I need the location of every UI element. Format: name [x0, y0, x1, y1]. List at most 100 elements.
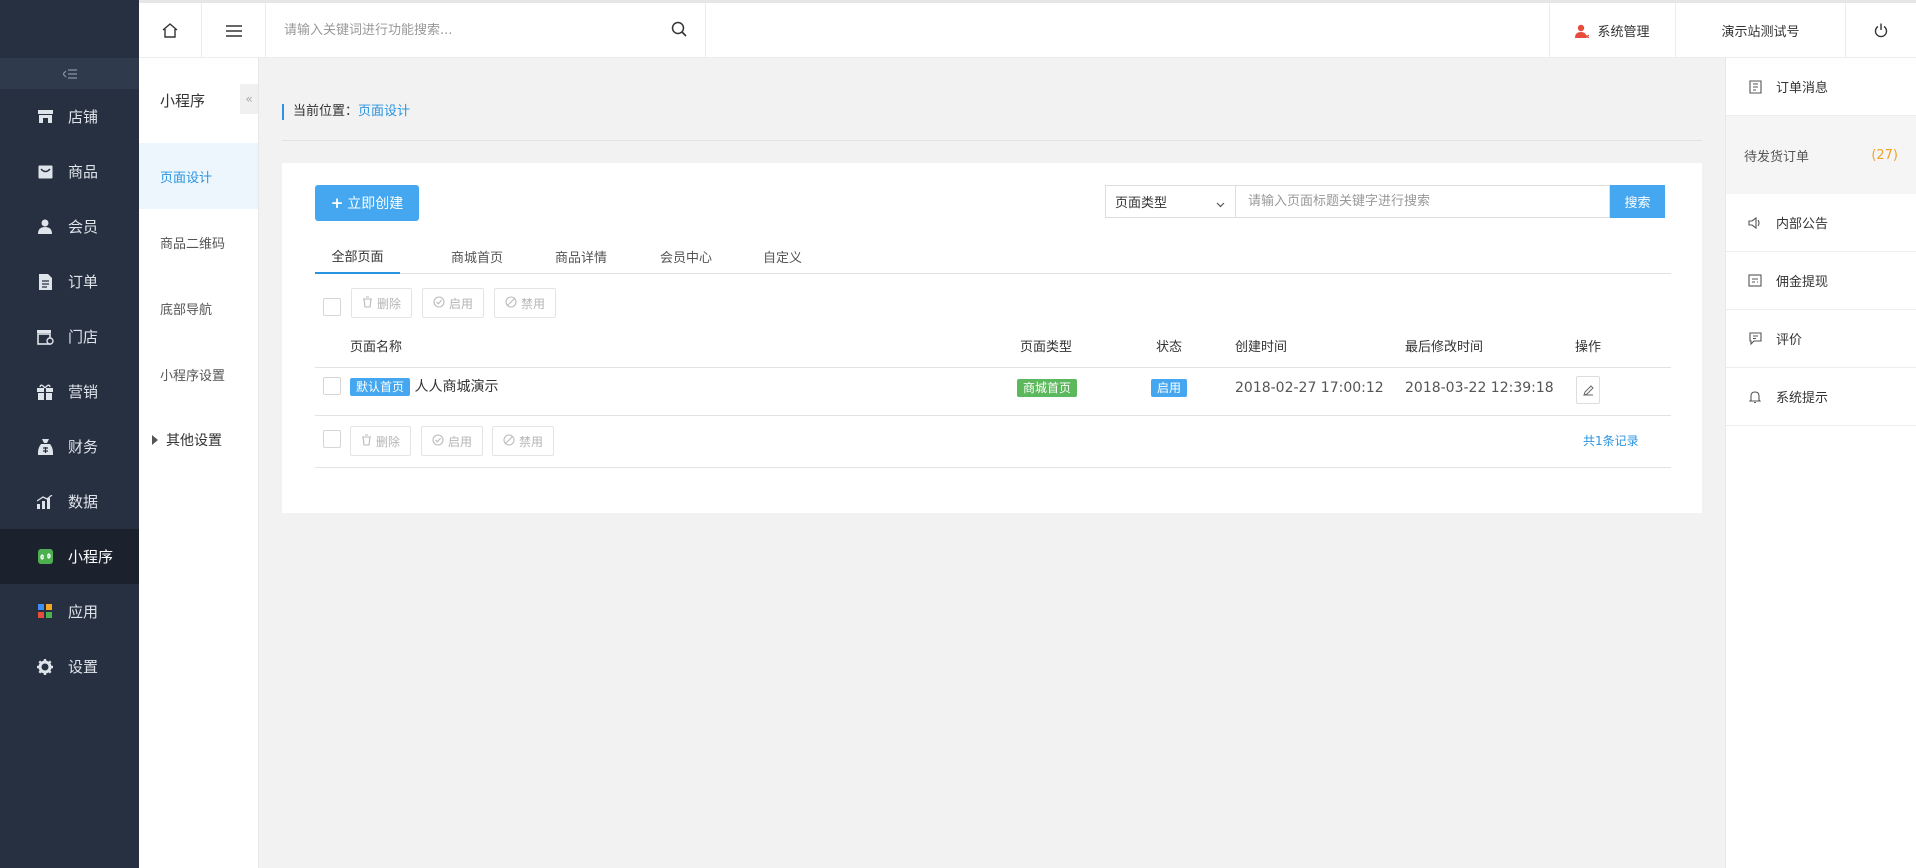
breadcrumb-current[interactable]: 页面设计 [358, 104, 410, 119]
function-search [266, 3, 706, 58]
system-tip-item[interactable]: 系统提示 [1726, 368, 1916, 426]
bulk-delete-button-bottom[interactable]: 删除 [350, 426, 412, 456]
tab-member-center[interactable]: 会员中心 [660, 239, 712, 274]
page-name-cell[interactable]: 默认首页 人人商城演示 [350, 377, 498, 397]
nav-label: 应用 [68, 603, 99, 621]
sidebar-collapse-button[interactable] [0, 58, 139, 89]
page-type-select[interactable]: 页面类型 [1105, 185, 1236, 218]
subnav-title-text: 小程序 [160, 92, 206, 110]
double-chevron-left-icon: « [245, 92, 253, 106]
order-message-icon [1748, 79, 1762, 94]
nav-item-data[interactable]: 数据 [0, 474, 139, 529]
column-header-type: 页面类型 [1020, 340, 1073, 355]
home-button[interactable] [139, 3, 202, 58]
nav-item-member[interactable]: 会员 [0, 199, 139, 254]
search-icon[interactable] [671, 21, 687, 41]
gift-icon [36, 383, 54, 401]
divider [282, 140, 1702, 141]
nav-item-finance[interactable]: 财务 [0, 419, 139, 474]
nav-item-settings[interactable]: 设置 [0, 639, 139, 694]
bulk-enable-button[interactable]: 启用 [422, 288, 485, 318]
bulk-disable-button[interactable]: 禁用 [494, 288, 557, 318]
right-notification-panel: 订单消息 待发货订单 (27) 内部公告 佣金提现 评价 系统提示 [1725, 58, 1916, 868]
bell-icon [1748, 390, 1762, 404]
create-label: 立即创建 [347, 196, 404, 212]
tab-goods-detail[interactable]: 商品详情 [555, 239, 607, 274]
internal-notice-item[interactable]: 内部公告 [1726, 194, 1916, 252]
divider [315, 367, 1671, 368]
tab-label: 会员中心 [660, 251, 713, 266]
select-all-checkbox-bottom[interactable] [323, 430, 341, 448]
nav-item-shop[interactable]: 店铺 [0, 89, 139, 144]
subnav-label: 底部导航 [160, 302, 213, 318]
create-page-button[interactable]: + 立即创建 [315, 185, 419, 221]
fold-subnav-button[interactable]: « [240, 84, 258, 114]
select-all-checkbox[interactable] [323, 298, 341, 316]
divider [315, 467, 1671, 468]
home-icon [162, 23, 178, 38]
column-header-actions: 操作 [1575, 340, 1602, 355]
system-admin-button[interactable]: 系统管理 [1549, 3, 1675, 58]
total-records: 共1条记录 [1583, 434, 1639, 448]
internal-notice-label: 内部公告 [1776, 217, 1829, 232]
page-type-cell: 商城首页 [1017, 378, 1078, 398]
check-circle-icon [433, 295, 445, 311]
tab-all-pages[interactable]: 全部页面 [315, 239, 400, 274]
nav-item-apps[interactable]: 应用 [0, 584, 139, 639]
tab-mall-home[interactable]: 商城首页 [451, 239, 503, 274]
subnav-group-other-settings[interactable]: 其他设置 [139, 407, 258, 473]
nav-item-marketing[interactable]: 营销 [0, 364, 139, 419]
bulk-enable-button-bottom[interactable]: 启用 [421, 426, 484, 456]
subnav-item-bottom-nav[interactable]: 底部导航 [139, 275, 258, 341]
keyword-search-input[interactable] [1236, 185, 1610, 218]
nav-item-store[interactable]: 门店 [0, 309, 139, 364]
trash-icon [362, 295, 373, 311]
search-button[interactable]: 搜索 [1610, 185, 1665, 218]
review-label: 评价 [1776, 333, 1803, 348]
nav-label: 店铺 [68, 108, 99, 126]
nav-item-order[interactable]: 订单 [0, 254, 139, 309]
page-name: 人人商城演示 [414, 379, 499, 395]
account-label: 演示站测试号 [1721, 25, 1800, 40]
nav-label: 门店 [68, 328, 99, 346]
disable-label: 禁用 [521, 296, 546, 311]
pencil-icon [1582, 384, 1594, 396]
ban-icon [505, 295, 517, 311]
review-item[interactable]: 评价 [1726, 310, 1916, 368]
nav-item-miniprogram[interactable]: 小程序 [0, 529, 139, 584]
subnav-item-page-design[interactable]: 页面设计 [139, 143, 258, 209]
enable-label: 启用 [448, 434, 473, 449]
edit-button[interactable] [1576, 376, 1600, 404]
apps-icon [36, 603, 54, 621]
admin-user-icon [1575, 24, 1590, 38]
comment-icon [1748, 332, 1762, 346]
caret-right-icon [152, 435, 158, 445]
divider [315, 415, 1671, 416]
nav-label: 营销 [68, 383, 99, 401]
chart-icon [36, 493, 54, 511]
store-icon [36, 328, 54, 346]
bulk-delete-button[interactable]: 删除 [351, 288, 413, 318]
subnav-label: 其他设置 [166, 433, 222, 449]
row-checkbox[interactable] [323, 377, 341, 395]
nav-label: 设置 [68, 658, 99, 676]
shop-icon [36, 108, 54, 126]
function-search-input[interactable] [284, 23, 654, 38]
bulk-disable-button-bottom[interactable]: 禁用 [492, 426, 555, 456]
subnav-item-miniprogram-settings[interactable]: 小程序设置 [139, 341, 258, 407]
tab-custom[interactable]: 自定义 [763, 239, 802, 274]
account-button[interactable]: 演示站测试号 [1675, 3, 1845, 58]
logout-button[interactable] [1845, 3, 1916, 58]
subnav-label: 小程序设置 [160, 368, 226, 384]
gear-icon [36, 658, 54, 676]
commission-withdraw-item[interactable]: 佣金提现 [1726, 252, 1916, 310]
order-messages-item[interactable]: 订单消息 [1726, 58, 1916, 116]
trash-icon [361, 433, 372, 449]
menu-toggle-button[interactable] [202, 3, 266, 58]
default-home-badge: 默认首页 [350, 378, 411, 396]
nav-item-goods[interactable]: 商品 [0, 144, 139, 199]
subnav-item-goods-qrcode[interactable]: 商品二维码 [139, 209, 258, 275]
pending-shipment-item[interactable]: 待发货订单 (27) [1726, 116, 1916, 194]
top-bar: 系统管理 演示站测试号 [139, 0, 1916, 58]
status-cell: 启用 [1151, 378, 1188, 398]
